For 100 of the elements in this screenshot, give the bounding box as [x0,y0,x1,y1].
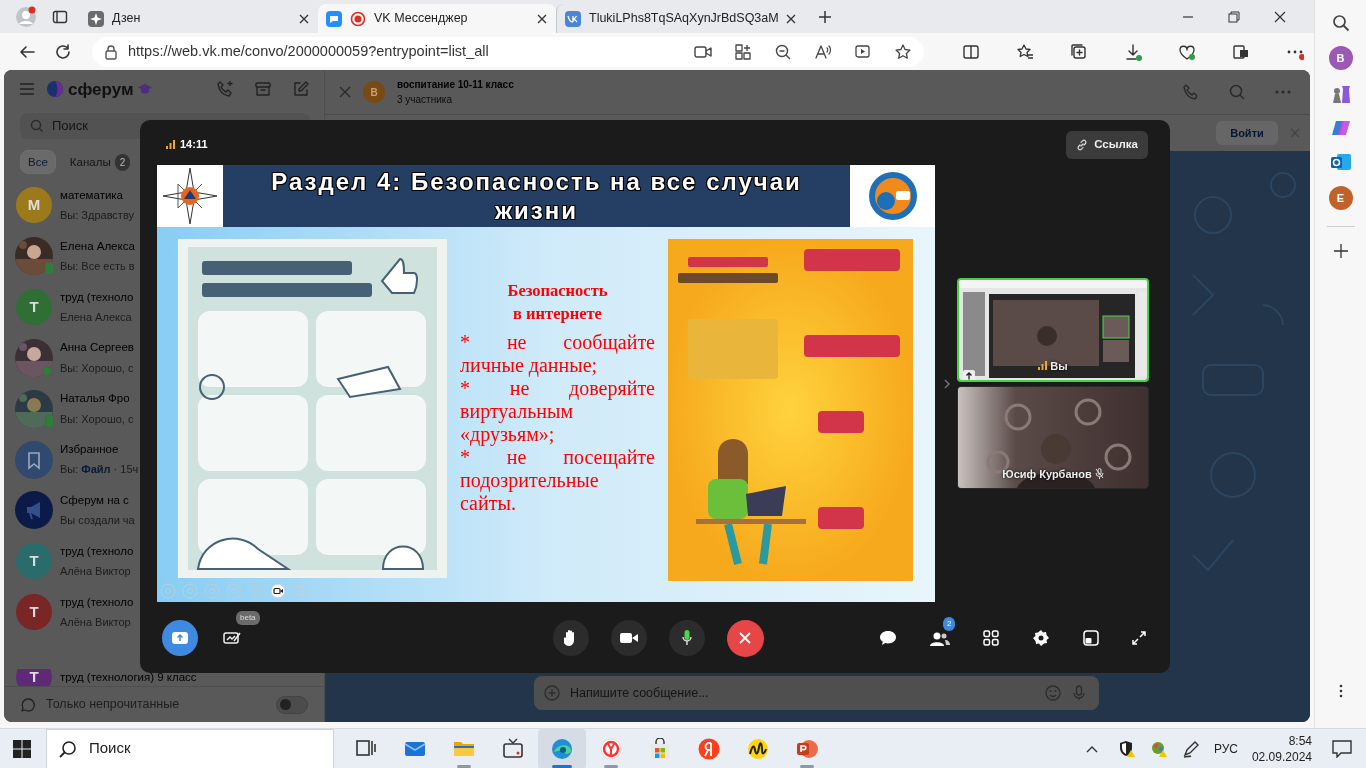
chat-avatar: Т [16,668,52,687]
wave-logo-icon[interactable] [551,737,573,760]
join-button[interactable]: Войти [1216,121,1278,145]
chat-time: · 15ч [113,462,139,478]
account-avatar[interactable]: B [1328,46,1353,70]
end-call-button[interactable] [726,619,764,657]
profile-icon[interactable] [15,5,37,28]
outlook-icon[interactable] [1329,152,1352,172]
tab-actions-icon[interactable] [52,8,68,25]
chat-name[interactable]: Избранное [60,441,139,459]
pen-icon[interactable] [1181,739,1200,758]
chat-name[interactable]: труд (техноло [60,288,134,306]
search-icon[interactable] [1331,14,1350,32]
chat-preview: Вы: [60,462,79,478]
microphone-button[interactable] [668,620,705,656]
chat-preview: Вы: Все есть в [60,258,135,274]
filter-tab[interactable]: Все [20,150,56,175]
raise-hand-button[interactable] [552,620,589,656]
chat-name[interactable]: труд (техноло [60,542,134,561]
network-warning-icon[interactable] [1149,739,1168,758]
account-avatar[interactable]: E [1328,186,1353,210]
browser-essentials-icon[interactable] [1232,42,1250,61]
tab-title: TlukiLPhs8TqSAqXynJrBdSQ3aM [589,10,779,28]
favorites-icon[interactable] [1016,42,1034,61]
filter-tab[interactable]: Каналы 2 [61,150,139,175]
chevron-up-icon[interactable] [1085,744,1098,753]
grid-view-icon[interactable] [983,630,999,646]
clock-time[interactable]: 8:54 [1288,732,1312,749]
close-icon[interactable] [536,12,548,25]
copilot-icon[interactable] [1330,118,1351,138]
notifications-icon[interactable] [1332,739,1352,758]
squiggle-logo-icon[interactable] [747,737,769,760]
browser-tab[interactable]: Дзен [80,4,318,33]
chat-name[interactable]: Сферум на с [60,492,135,510]
search-icon [59,739,77,758]
chat-name[interactable]: Елена Алекса [60,237,135,255]
bullet-text: * не сообщайте личные данные; [460,331,655,377]
slide-heading: Безопасность [507,280,608,302]
zoom-out-icon[interactable] [774,42,792,61]
download-icon[interactable] [1124,42,1142,61]
camera-button[interactable] [610,620,647,656]
microphone-icon [681,630,692,646]
ring-logo-icon[interactable] [600,737,622,760]
chat-name[interactable]: математика [60,186,134,204]
apps-icon[interactable] [734,42,752,61]
split-screen-icon[interactable] [962,42,980,61]
language-indicator[interactable]: РУС [1213,739,1238,758]
toggle-switch[interactable] [276,695,308,714]
video-icon[interactable] [270,583,286,599]
call-time: 14:11 [180,137,208,153]
more-icon[interactable] [1338,684,1343,698]
fullscreen-icon[interactable] [1132,631,1146,645]
reload-icon[interactable] [54,42,72,61]
link-button[interactable]: Ссылка [1066,130,1148,159]
round-emblem-logo-icon [867,171,918,221]
shield-warning-icon[interactable] [1117,739,1136,758]
new-tab-icon[interactable] [816,8,833,25]
clock-date[interactable]: 02.09.2024 [1251,748,1312,765]
count-badge: 2 [943,617,956,631]
running-indicator [457,764,471,768]
chat-title: воспитание 10-11 класс [397,78,514,92]
count-badge: 2 [114,153,131,171]
chat-name[interactable]: Анна Сергеев [60,339,134,357]
media-icon[interactable] [854,42,872,61]
chat-icon[interactable] [879,630,897,646]
slides-logo-icon[interactable] [796,737,818,760]
favorite-icon[interactable] [894,42,912,61]
chat-name[interactable]: труд (техноло [60,593,134,612]
participant-tile[interactable]: Юсиф Курбанов [957,386,1149,489]
search-icon [30,118,44,133]
close-icon[interactable] [784,12,797,25]
shopping-bag-icon[interactable] [649,737,671,760]
link-icon [1076,138,1089,151]
round-logo-icon[interactable] [698,737,720,760]
start-icon[interactable] [13,739,31,758]
chat-name[interactable]: труд (технология) 9 класс [60,668,197,686]
running-indicator [604,764,618,768]
participant-tile[interactable]: Вы [957,278,1149,382]
chat-name[interactable]: Наталья Фро [60,390,134,408]
file-link[interactable]: Файл [81,461,111,478]
chat-preview: Елена Алекса [60,309,133,325]
running-indicator [552,764,572,768]
tv-icon[interactable] [502,737,524,760]
compass-star-logo-icon [163,168,217,224]
chat-subtitle: 3 участника [397,93,453,107]
close-icon[interactable] [1274,10,1286,23]
filter-label: Только непрочитанные [46,696,180,714]
search-field[interactable]: Поиск [46,728,334,768]
bullet-text: * не доверяйте виртуальным «друзьям»; [460,377,655,446]
chat-preview: Алёна Виктор [60,564,132,580]
chevron-right-icon[interactable] [944,378,950,389]
add-icon[interactable] [1332,243,1349,259]
share-screen-button[interactable] [162,620,198,656]
picture-in-picture-icon[interactable] [1083,630,1099,646]
browser-tab[interactable]: VK Мессенджер [318,4,556,33]
participants-icon[interactable] [930,630,950,647]
close-icon[interactable] [298,12,310,25]
restore-icon[interactable] [1228,10,1240,23]
settings-icon[interactable] [1032,629,1050,647]
collections-icon[interactable] [1070,42,1088,61]
